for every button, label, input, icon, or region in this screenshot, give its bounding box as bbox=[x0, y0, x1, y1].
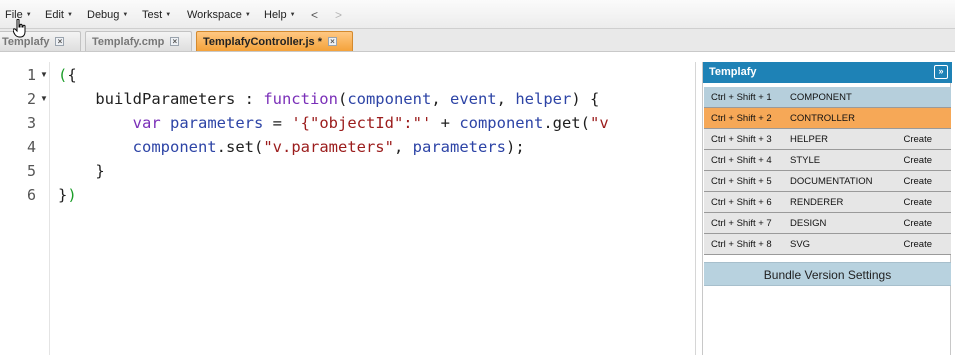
row-label: SVG bbox=[790, 239, 811, 250]
tab-templafy-cmp[interactable]: Templafy.cmp × bbox=[85, 31, 192, 51]
row-shortcut: Ctrl + Shift + 8 bbox=[711, 239, 772, 250]
menu-test-label: Test bbox=[142, 9, 163, 21]
double-chevron-right-icon[interactable]: » bbox=[934, 65, 948, 79]
line-gutter: 1 ▼ 2 ▼ 3 4 5 6 bbox=[0, 62, 50, 355]
close-icon[interactable]: × bbox=[328, 37, 337, 46]
line-number: 6 bbox=[26, 186, 36, 204]
row-label: DOCUMENTATION bbox=[790, 176, 873, 187]
fold-icon[interactable]: ▼ bbox=[40, 94, 48, 103]
chevron-down-icon: ▼ bbox=[66, 12, 73, 18]
chevron-down-icon: ▼ bbox=[289, 12, 296, 18]
back-arrow-icon[interactable]: < bbox=[311, 8, 318, 22]
row-shortcut: Ctrl + Shift + 5 bbox=[711, 176, 772, 187]
row-label: DESIGN bbox=[790, 218, 827, 229]
chevron-down-icon: ▼ bbox=[122, 12, 129, 18]
line-number: 5 bbox=[26, 162, 36, 180]
code-editor[interactable]: 1 ▼ 2 ▼ 3 4 5 6 ({ buildParameters : fun… bbox=[0, 62, 698, 355]
create-link[interactable]: Create bbox=[903, 176, 932, 187]
bundle-row-documentation[interactable]: Ctrl + Shift + 5 DOCUMENTATION Create bbox=[704, 171, 951, 192]
close-icon[interactable]: × bbox=[170, 37, 180, 46]
bundle-panel: Templafy » Ctrl + Shift + 1 COMPONENT Ct… bbox=[702, 62, 952, 355]
menu-workspace[interactable]: Workspace ▼ bbox=[187, 9, 251, 21]
row-label: RENDERER bbox=[790, 197, 844, 208]
menu-edit-label: Edit bbox=[45, 9, 64, 21]
close-icon[interactable]: × bbox=[55, 37, 65, 46]
menu-debug-label: Debug bbox=[87, 9, 120, 21]
line-number: 4 bbox=[26, 138, 36, 156]
bundle-row-renderer[interactable]: Ctrl + Shift + 6 RENDERER Create bbox=[704, 192, 951, 213]
create-link[interactable]: Create bbox=[903, 239, 932, 250]
bundle-list: Ctrl + Shift + 1 COMPONENT Ctrl + Shift … bbox=[704, 87, 951, 255]
code-line-5: } bbox=[58, 162, 105, 180]
menu-workspace-label: Workspace bbox=[187, 9, 242, 21]
row-shortcut: Ctrl + Shift + 7 bbox=[711, 218, 772, 229]
panel-title: Templafy bbox=[709, 66, 757, 78]
tab-label: TemplafyController.js * bbox=[203, 36, 322, 48]
bundle-row-helper[interactable]: Ctrl + Shift + 3 HELPER Create bbox=[704, 129, 951, 150]
bundle-row-controller[interactable]: Ctrl + Shift + 2 CONTROLLER bbox=[704, 108, 951, 129]
create-link[interactable]: Create bbox=[903, 134, 932, 145]
fold-icon[interactable]: ▼ bbox=[40, 70, 48, 79]
tab-templafy-controller[interactable]: TemplafyController.js * × bbox=[196, 31, 353, 51]
code-line-1: ({ bbox=[58, 66, 77, 84]
panel-header: Templafy » bbox=[703, 62, 952, 83]
chevron-down-icon: ▼ bbox=[165, 12, 172, 18]
row-shortcut: Ctrl + Shift + 2 bbox=[711, 113, 772, 124]
row-shortcut: Ctrl + Shift + 1 bbox=[711, 92, 772, 103]
code-line-4: component.set("v.parameters", parameters… bbox=[132, 138, 525, 156]
bundle-row-svg[interactable]: Ctrl + Shift + 8 SVG Create bbox=[704, 234, 951, 255]
create-link[interactable]: Create bbox=[903, 155, 932, 166]
menu-bar: File ▼ Edit ▼ Debug ▼ Test ▼ Workspace ▼ Help… bbox=[0, 0, 955, 29]
chevron-down-icon: ▼ bbox=[25, 12, 32, 18]
code-line-6: }) bbox=[58, 186, 77, 204]
chevron-down-icon: ▼ bbox=[244, 12, 251, 18]
menu-test[interactable]: Test ▼ bbox=[142, 9, 171, 21]
row-shortcut: Ctrl + Shift + 6 bbox=[711, 197, 772, 208]
forward-arrow-icon[interactable]: > bbox=[335, 8, 342, 22]
tab-label: Templafy.cmp bbox=[92, 36, 165, 48]
bundle-row-component[interactable]: Ctrl + Shift + 1 COMPONENT bbox=[704, 87, 951, 108]
code-line-2: buildParameters : function(component, ev… bbox=[58, 90, 600, 108]
row-label: STYLE bbox=[790, 155, 821, 166]
row-shortcut: Ctrl + Shift + 3 bbox=[711, 134, 772, 145]
tab-bar: Templafy × Templafy.cmp × TemplafyControll… bbox=[0, 29, 955, 52]
line-number: 2 bbox=[26, 90, 36, 108]
code-line-3: var parameters = '{"objectId":"' + compo… bbox=[132, 114, 609, 132]
row-label: HELPER bbox=[790, 134, 829, 145]
line-number: 3 bbox=[26, 114, 36, 132]
hand-cursor-icon bbox=[13, 19, 26, 38]
create-link[interactable]: Create bbox=[903, 197, 932, 208]
row-label: COMPONENT bbox=[790, 92, 852, 103]
create-link[interactable]: Create bbox=[903, 218, 932, 229]
menu-help-label: Help bbox=[264, 9, 287, 21]
bundle-row-design[interactable]: Ctrl + Shift + 7 DESIGN Create bbox=[704, 213, 951, 234]
bundle-version-settings-button[interactable]: Bundle Version Settings bbox=[704, 262, 951, 286]
editor-divider bbox=[695, 62, 696, 355]
bundle-row-style[interactable]: Ctrl + Shift + 4 STYLE Create bbox=[704, 150, 951, 171]
menu-help[interactable]: Help ▼ bbox=[264, 9, 296, 21]
menu-edit[interactable]: Edit ▼ bbox=[45, 9, 73, 21]
row-label: CONTROLLER bbox=[790, 113, 855, 124]
menu-debug[interactable]: Debug ▼ bbox=[87, 9, 128, 21]
line-number: 1 bbox=[26, 66, 36, 84]
row-shortcut: Ctrl + Shift + 4 bbox=[711, 155, 772, 166]
